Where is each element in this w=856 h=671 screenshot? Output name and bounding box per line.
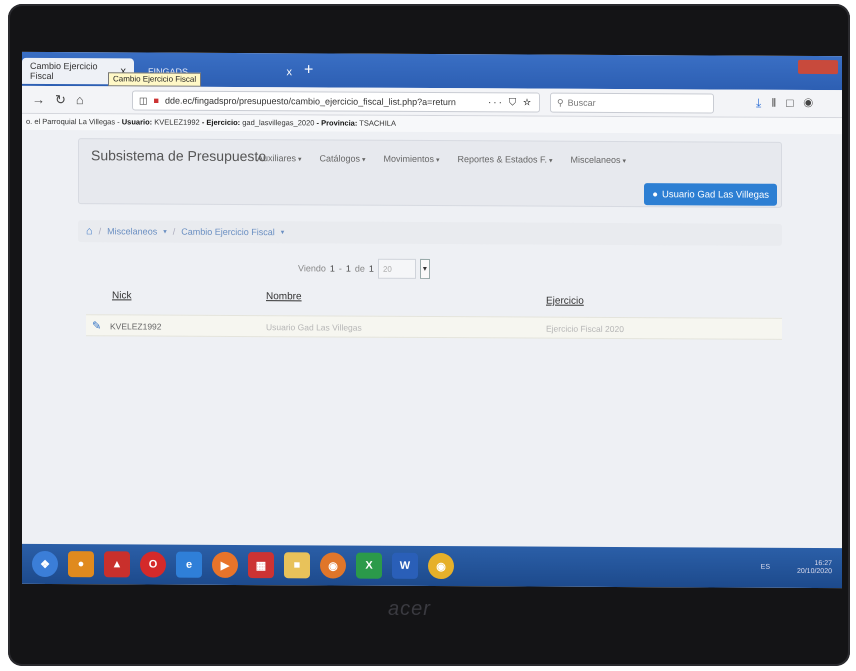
language-indicator[interactable]: ES [761,564,770,572]
column-nombre[interactable]: Nombre [266,291,302,302]
edit-icon[interactable]: ✎ [92,319,101,332]
breadcrumb-separator: / [172,226,176,237]
breadcrumb: ⌂ / Miscelaneos ▾ / Cambio Ejercicio Fisc… [78,220,782,246]
sidebar-icon[interactable]: □ [786,96,803,110]
excel-icon[interactable]: X [356,552,382,579]
table-row[interactable]: ✎ KVELEZ1992 Usuario Gad Las Villegas Ej… [86,314,782,340]
windows-taskbar: ❖ ● ▲ O e ▶ ▦ ■ ◉ X W ◉ ES 16:27 20/10/2… [22,543,842,589]
home-icon[interactable]: ⌂ [76,92,84,107]
page-actions-icon[interactable]: ··· ⛉ ☆ [488,97,533,108]
menu-miscelaneos[interactable]: Miscelaneos [570,155,626,165]
user-icon: ● [652,188,658,200]
word-icon[interactable]: W [392,552,418,579]
pdf-icon[interactable]: ▲ [104,551,130,578]
column-nick[interactable]: Nick [112,290,131,301]
menu-movimientos[interactable]: Movimientos [383,154,439,164]
column-ejercicio[interactable]: Ejercicio [546,296,584,307]
back-icon[interactable]: → [32,92,45,107]
clock-date: 20/10/2020 [796,567,832,576]
window-close-button[interactable] [798,59,838,75]
breadcrumb-miscelaneos[interactable]: Miscelaneos [107,226,157,236]
chrome-icon[interactable]: ◉ [428,552,454,580]
chevron-down-icon: ▾ [280,229,285,237]
menu-reportes[interactable]: Reportes & Estados F. [457,154,552,164]
breadcrumb-separator: / [98,226,102,237]
menu-auxiliares[interactable]: Auxiliares [257,153,301,163]
account-icon[interactable]: ◉ [804,96,824,110]
media-icon[interactable]: ▶ [212,551,238,578]
url-bar[interactable]: ◫ ■ dde.ec/fingadspro/presupuesto/cambio… [132,90,540,113]
library-icon[interactable]: ‖ [771,96,786,110]
download-icon[interactable]: ⤓ [756,96,771,110]
page-size-select[interactable]: 20 [377,258,416,279]
close-icon[interactable]: x [287,66,293,78]
folder-icon[interactable]: ■ [284,552,310,579]
table-header: Nick Nombre Ejercicio [86,290,782,312]
pagination: Viendo 1-1 de 1 20 ▾ [298,258,430,279]
search-input[interactable]: ⚲ Buscar [550,92,714,114]
photos-icon[interactable]: ▦ [248,552,274,579]
user-button[interactable]: ● Usuario Gad Las Villegas [644,183,777,206]
opera-icon[interactable]: O [140,551,166,578]
firefox-icon[interactable]: ◉ [320,552,346,579]
cell-nombre: Usuario Gad Las Villegas [266,322,362,333]
chevron-down-icon: ▾ [163,228,167,236]
cell-nick: KVELEZ1992 [110,321,162,332]
app-navbar: Subsistema de Presupuesto Auxiliares Cat… [78,138,782,208]
user-button-label: Usuario Gad Las Villegas [661,188,769,201]
cell-ejercicio: Ejercicio Fiscal 2020 [546,323,624,335]
device-logo: acer [388,598,431,620]
search-placeholder: Buscar [567,97,596,108]
url-text: dde.ec/fingadspro/presupuesto/cambio_eje… [164,95,456,108]
clock-time: 16:27 [814,560,832,568]
tab-label: Cambio Ejercicio Fiscal [30,60,98,82]
browser-tab-bar: Cambio Ejercicio Fiscal x FINGADS x + Ca… [22,51,842,91]
reload-icon[interactable]: ↻ [55,92,66,108]
home-icon[interactable]: ⌂ [86,225,93,237]
app-brand[interactable]: Subsistema de Presupuesto [91,147,266,164]
screen: Cambio Ejercicio Fiscal x FINGADS x + Ca… [22,51,842,589]
breadcrumb-cambio[interactable]: Cambio Ejercicio Fiscal [181,227,275,237]
browser-toolbar: → ↻ ⌂ ◫ ■ dde.ec/fingadspro/presupuesto/… [22,85,842,119]
system-tray: ES 16:27 20/10/2020 [761,560,832,576]
chevron-down-icon[interactable]: ▾ [419,258,430,279]
search-icon: ⚲ [557,97,564,108]
app-icon[interactable]: ● [68,551,94,578]
main-menu: Auxiliares Catálogos Movimientos Reporte… [257,153,626,165]
tab-tooltip: Cambio Ejercicio Fiscal [108,72,202,87]
session-info: o. el Parroquial La Villegas - Usuario: … [22,113,842,135]
new-tab-button[interactable]: + [304,61,313,79]
menu-catalogos[interactable]: Catálogos [319,153,365,163]
start-icon[interactable]: ❖ [32,550,58,578]
shield-icon: ◫ [139,94,148,106]
toolbar-icons: ⤓‖□◉ [756,96,823,111]
lock-icon: ■ [153,95,159,106]
ie-icon[interactable]: e [176,551,202,578]
laptop-bezel: Cambio Ejercicio Fiscal x FINGADS x + Ca… [8,4,850,666]
